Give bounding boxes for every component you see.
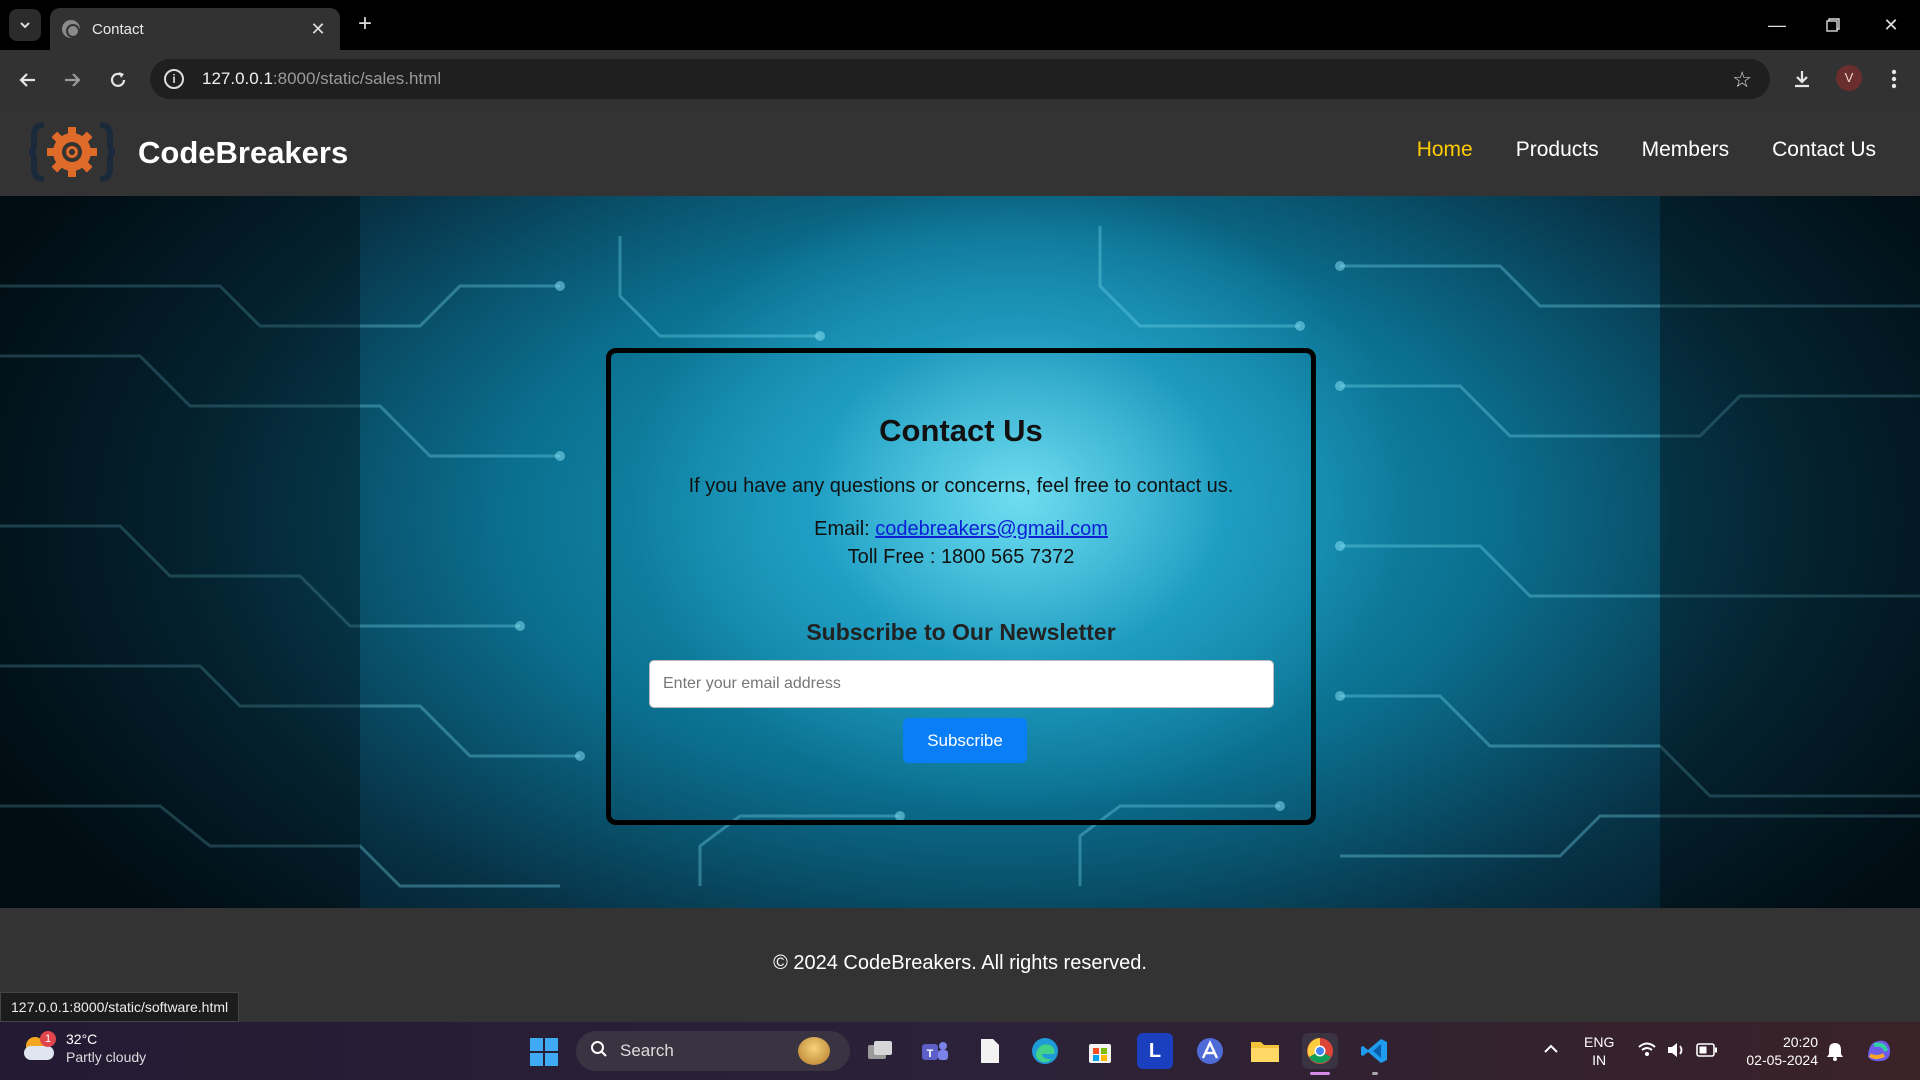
url-path: :8000/static/sales.html — [272, 69, 442, 88]
windows-start-icon[interactable] — [530, 1038, 558, 1066]
clock[interactable]: 20:20 02-05-2024 — [1738, 1033, 1818, 1069]
arc-app-icon[interactable] — [1192, 1033, 1228, 1069]
close-icon[interactable]: ✕ — [308, 19, 328, 40]
new-tab-button[interactable]: + — [352, 12, 378, 38]
url-host: 127.0.0.1 — [202, 69, 273, 88]
profile-avatar[interactable]: V — [1836, 65, 1864, 93]
edge-icon[interactable] — [1027, 1033, 1063, 1069]
language-indicator[interactable]: ENG IN — [1584, 1033, 1614, 1069]
teams-icon[interactable]: T — [917, 1033, 953, 1069]
contact-card: Contact Us If you have any questions or … — [606, 348, 1316, 825]
minimize-icon[interactable]: — — [1762, 12, 1792, 38]
hero-section: Contact Us If you have any questions or … — [0, 196, 1920, 908]
clock-date: 02-05-2024 — [1746, 1052, 1818, 1068]
download-icon[interactable] — [1788, 65, 1816, 93]
nav-members[interactable]: Members — [1642, 138, 1730, 162]
bookmark-star-icon[interactable]: ☆ — [1732, 67, 1752, 93]
weather-temp: 32°C — [66, 1031, 98, 1047]
search-label: Search — [620, 1041, 674, 1060]
weather-badge: 1 — [40, 1031, 56, 1047]
menu-kebab-icon[interactable] — [1880, 65, 1908, 93]
nav-products[interactable]: Products — [1516, 138, 1599, 162]
tab-title: Contact — [92, 20, 144, 38]
contact-intro: If you have any questions or concerns, f… — [688, 475, 1234, 497]
newsletter-heading: Subscribe to Our Newsletter — [806, 619, 1116, 645]
browser-tab-contact[interactable]: Contact ✕ — [50, 8, 340, 50]
gear-logo-icon[interactable] — [28, 121, 116, 183]
windows-taskbar: 1 32°C Partly cloudy Search T L ENG IN 2… — [0, 1022, 1920, 1080]
nav-contact-us[interactable]: Contact Us — [1772, 138, 1876, 162]
tab-list-button[interactable] — [9, 9, 41, 41]
subscribe-button[interactable]: Subscribe — [903, 718, 1027, 763]
browser-tab-bar: Contact ✕ + — ✕ — [0, 0, 1920, 50]
email-line: Email: codebreakers@gmail.com — [611, 518, 1311, 541]
copyright-text: © 2024 CodeBreakers. All rights reserved… — [773, 952, 1147, 974]
file-explorer-icon[interactable] — [1247, 1033, 1283, 1069]
email-label: Email: — [814, 518, 876, 540]
tab-list-icon — [20, 22, 30, 29]
l-app-icon[interactable]: L — [1137, 1033, 1173, 1069]
copilot-icon[interactable] — [1864, 1037, 1894, 1080]
taskbar-search[interactable]: Search — [576, 1031, 850, 1071]
site-info-icon[interactable]: i — [164, 69, 184, 89]
notepad-icon[interactable] — [972, 1033, 1008, 1069]
status-bar-url: 127.0.0.1:8000/static/software.html — [0, 992, 240, 1022]
clock-time: 20:20 — [1782, 1034, 1818, 1050]
email-link[interactable]: codebreakers@gmail.com — [875, 518, 1108, 540]
lang-top: ENG — [1584, 1034, 1615, 1050]
restore-icon[interactable] — [1818, 12, 1848, 38]
site-header: CodeBreakers Home Products Members Conta… — [0, 108, 1920, 196]
tray-overflow-icon[interactable] — [1542, 1042, 1560, 1080]
volume-icon[interactable] — [1666, 1041, 1686, 1080]
svg-text:T: T — [927, 1048, 934, 1060]
newsletter-email-input[interactable] — [649, 660, 1274, 708]
weather-widget[interactable]: 1 32°C Partly cloudy — [22, 1030, 146, 1066]
browser-toolbar: i 127.0.0.1:8000/static/sales.html ☆ V — [0, 50, 1920, 108]
search-icon — [590, 1040, 608, 1063]
chrome-icon[interactable] — [1302, 1033, 1338, 1075]
site-footer: © 2024 CodeBreakers. All rights reserved… — [0, 908, 1920, 1022]
forward-icon[interactable] — [58, 66, 86, 94]
vscode-icon[interactable] — [1357, 1033, 1393, 1075]
back-icon[interactable] — [14, 66, 42, 94]
contact-heading: Contact Us — [879, 413, 1043, 448]
profile-initial: V — [1836, 65, 1862, 91]
lang-bottom: IN — [1592, 1052, 1607, 1068]
nav-home[interactable]: Home — [1417, 138, 1473, 162]
brand-name[interactable]: CodeBreakers — [138, 135, 348, 171]
search-highlight-icon — [798, 1037, 830, 1065]
microsoft-store-icon[interactable] — [1082, 1033, 1118, 1069]
reload-icon[interactable] — [104, 66, 132, 94]
main-nav: Home Products Members Contact Us — [1417, 138, 1876, 162]
globe-icon — [62, 20, 80, 38]
weather-condition: Partly cloudy — [66, 1049, 147, 1065]
battery-icon[interactable] — [1696, 1043, 1718, 1080]
address-bar[interactable]: i 127.0.0.1:8000/static/sales.html ☆ — [150, 59, 1770, 99]
notification-bell-icon[interactable] — [1826, 1041, 1844, 1080]
wifi-icon[interactable] — [1637, 1041, 1657, 1080]
toll-free-line: Toll Free : 1800 565 7372 — [847, 546, 1075, 568]
partly-cloudy-icon: 1 — [22, 1031, 56, 1063]
task-view-icon[interactable] — [862, 1033, 898, 1069]
window-close-icon[interactable]: ✕ — [1876, 12, 1906, 38]
